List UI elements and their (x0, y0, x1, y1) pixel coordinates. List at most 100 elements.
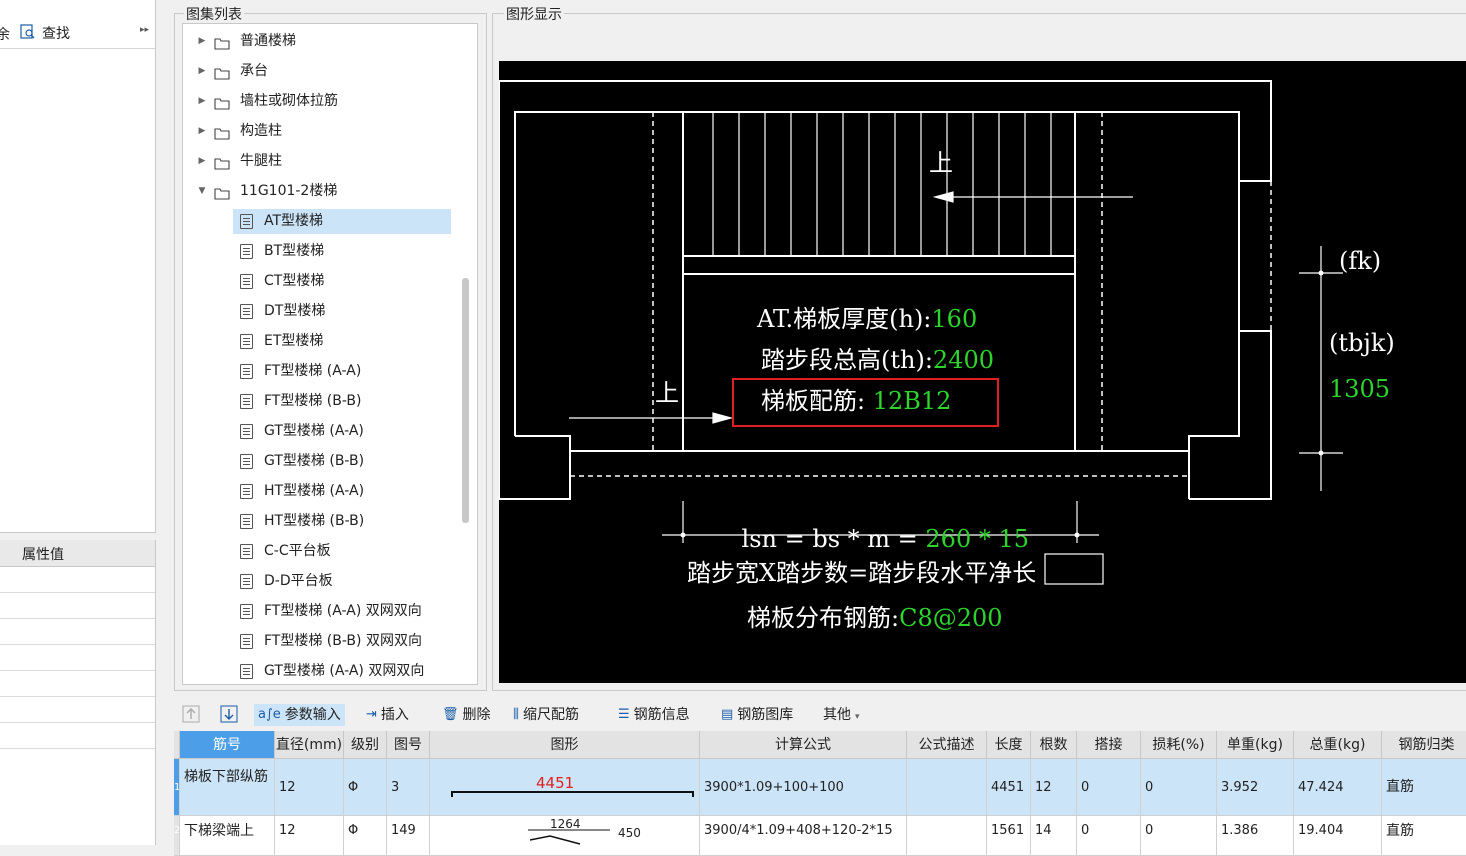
folder-icon (214, 34, 230, 50)
height-label: 踏步段总高(th): (761, 346, 933, 374)
toolbar-button[interactable]: 🗑 删除 (438, 704, 495, 726)
column-header[interactable]: 筋号 (180, 731, 275, 759)
cell-diameter[interactable]: 12 (275, 816, 344, 856)
cell-unit-weight[interactable]: 1.386 (1217, 816, 1294, 856)
cell-unit-weight[interactable]: 3.952 (1217, 759, 1294, 816)
document-icon (240, 664, 253, 679)
tree-item-label: FT型楼梯 (A-A) (264, 363, 362, 379)
move-up-icon[interactable] (182, 705, 200, 723)
info-icon: ☰ (618, 707, 630, 722)
column-header[interactable]: 长度 (987, 731, 1031, 759)
column-header[interactable]: 图号 (387, 731, 430, 759)
property-header-label: 属性值 (22, 547, 64, 563)
cell-category[interactable]: 直筋 (1382, 759, 1466, 816)
cell-desc[interactable] (907, 816, 987, 856)
cell-loss[interactable]: 0 (1141, 759, 1217, 816)
folder-icon (214, 184, 230, 200)
property-row[interactable] (0, 723, 155, 749)
rebar-label: 梯板配筋: (761, 387, 866, 415)
column-header[interactable]: 计算公式 (700, 731, 907, 759)
graphic-title: 图形显示 (504, 4, 564, 24)
left-panel (0, 0, 156, 533)
cell-fig[interactable]: 3 (387, 759, 430, 816)
expand-right-icon[interactable]: ▶ (196, 119, 208, 143)
column-header[interactable]: 公式描述 (907, 731, 987, 759)
step-desc-a: 踏步宽X踏步数=踏步段水平 (687, 559, 989, 587)
cell-formula[interactable]: 3900/4*1.09+408+120-2*15 (700, 816, 907, 856)
find-button[interactable]: 查找 (42, 23, 70, 43)
cell-lap[interactable]: 0 (1077, 816, 1141, 856)
cell-loss[interactable]: 0 (1141, 816, 1217, 856)
column-header[interactable]: 直径(mm) (275, 731, 344, 759)
document-icon (240, 544, 253, 559)
cell-total-weight[interactable]: 19.404 (1294, 816, 1382, 856)
expand-right-icon[interactable]: ▶ (196, 89, 208, 113)
cell-length[interactable]: 1561 (987, 816, 1031, 856)
cell-name[interactable]: 梯板下部纵筋 (180, 759, 275, 816)
collapse-icon[interactable]: ▸▸ (140, 25, 149, 35)
tree-scrollbar[interactable] (462, 278, 469, 523)
cell-shape[interactable]: 1264 450 (430, 816, 700, 856)
insert-icon: ⇥ (366, 707, 377, 722)
inner-right (1188, 331, 1240, 499)
tree-item-label: FT型楼梯 (B-B) 双网双向 (264, 633, 422, 649)
property-row[interactable] (0, 593, 155, 619)
cell-category[interactable]: 直筋 (1382, 816, 1466, 856)
cell-formula[interactable]: 3900*1.09+100+100 (700, 759, 907, 816)
toolbar-button[interactable]: ⫼ 缩尺配筋 (509, 704, 583, 726)
tree-item-label: GT型楼梯 (A-A) 双网双向 (264, 663, 425, 679)
expand-down-icon[interactable]: ▼ (196, 179, 208, 203)
property-row[interactable] (0, 567, 155, 593)
property-row[interactable] (0, 697, 155, 723)
stair-drawing-canvas[interactable]: 上 上 (fk) (tbjk) 1305 AT.梯板厚度(h):160 踏步段总… (499, 61, 1466, 683)
rebar-value: 12B12 (872, 387, 952, 415)
expand-right-icon[interactable]: ▶ (196, 149, 208, 173)
property-row[interactable] (0, 671, 155, 697)
column-header[interactable]: 损耗(%) (1141, 731, 1217, 759)
toolbar-button[interactable]: ▤ 钢筋图库 (717, 704, 797, 726)
expand-right-icon[interactable]: ▶ (196, 29, 208, 53)
document-icon (240, 604, 253, 619)
shape-hook-label: 450 (618, 826, 641, 840)
expand-right-icon[interactable]: ▶ (196, 59, 208, 83)
property-header: 属性值 (0, 540, 155, 567)
document-icon (240, 364, 253, 379)
toolbar-button[interactable]: 其他 ▾ (819, 704, 864, 726)
find-icon[interactable] (20, 24, 36, 40)
toolbar-button[interactable]: a∫e 参数输入 (254, 704, 345, 726)
height-line: 踏步段总高(th):2400 (761, 340, 994, 375)
property-panel: 属性值 (0, 540, 156, 845)
toolbar-button[interactable]: ☰ 钢筋信息 (614, 704, 694, 726)
document-icon (240, 304, 253, 319)
outline-right (1189, 181, 1272, 500)
toolbar-button[interactable]: ⇥ 插入 (362, 704, 413, 726)
cell-grade[interactable]: Φ (344, 816, 387, 856)
property-row[interactable] (0, 619, 155, 645)
move-down-icon[interactable] (220, 705, 238, 723)
cell-name[interactable]: 下梯梁端上 (180, 816, 275, 856)
cell-desc[interactable] (907, 759, 987, 816)
cell-total-weight[interactable]: 47.424 (1294, 759, 1382, 816)
cell-grade[interactable]: Φ (344, 759, 387, 816)
tree-item-label: HT型楼梯 (A-A) (264, 483, 365, 499)
cell-diameter[interactable]: 12 (275, 759, 344, 816)
tree-folder-label: 墙柱或砌体拉筋 (240, 93, 338, 109)
column-header[interactable]: 单重(kg) (1217, 731, 1294, 759)
column-header[interactable]: 钢筋归类 (1382, 731, 1466, 759)
thickness-value: 160 (931, 305, 978, 333)
cell-lap[interactable]: 0 (1077, 759, 1141, 816)
column-header[interactable]: 搭接 (1077, 731, 1141, 759)
column-header[interactable]: 级别 (344, 731, 387, 759)
up-label-bottom: 上 (655, 379, 679, 407)
shape-length-label: 1264 (550, 817, 581, 831)
cell-count[interactable]: 14 (1031, 816, 1077, 856)
column-header[interactable]: 根数 (1031, 731, 1077, 759)
cell-shape[interactable]: 4451 (430, 759, 700, 816)
tbjk-value: 1305 (1329, 375, 1391, 403)
cell-fig[interactable]: 149 (387, 816, 430, 856)
property-row[interactable] (0, 645, 155, 671)
cell-count[interactable]: 12 (1031, 759, 1077, 816)
cell-length[interactable]: 4451 (987, 759, 1031, 816)
column-header[interactable]: 总重(kg) (1294, 731, 1382, 759)
column-header[interactable]: 图形 (430, 731, 700, 759)
